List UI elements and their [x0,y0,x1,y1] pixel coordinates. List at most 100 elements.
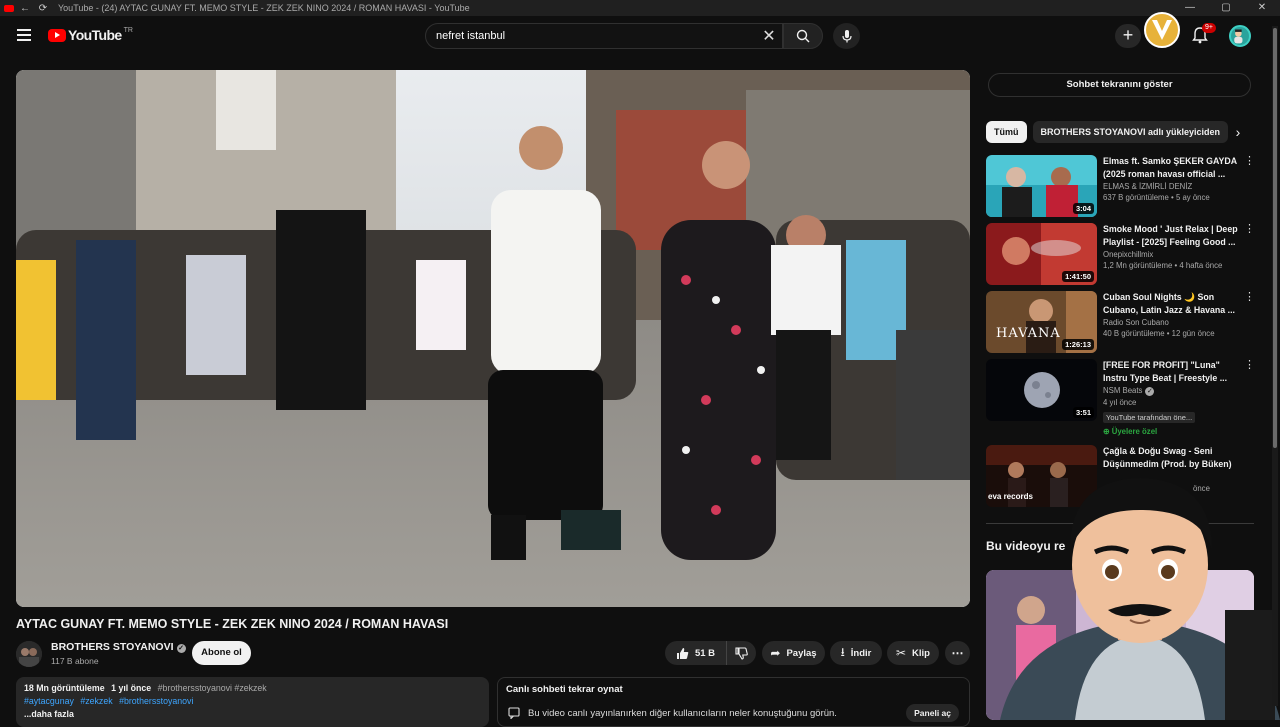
hashtag-link[interactable]: #aytacgunay [24,696,74,706]
like-button[interactable]: 51 B [665,641,726,665]
promoted-tag: YouTube tarafından öne... [1103,412,1196,423]
more-vertical-icon[interactable]: ⋮ [1244,360,1255,371]
video-thumbnail[interactable]: 3:04 [986,155,1097,217]
masthead: YouTube TR nefret istanbul ✕ + 9+ [0,12,1280,56]
more-vertical-icon[interactable]: ⋮ [1244,156,1255,167]
verified-icon: ✓ [1145,387,1155,396]
list-item[interactable]: 3:51 [FREE FOR PROFIT] "Luna" Instru Typ… [986,359,1255,441]
page-scrollbar[interactable] [1272,26,1278,706]
open-panel-button[interactable]: Paneli aç [906,704,959,722]
rec-title[interactable]: [FREE FOR PROFIT] "Luna" Instru Type Bea… [1103,359,1238,384]
back-arrow-icon[interactable]: ← [18,1,32,15]
rec-title[interactable]: Smoke Mood ' Just Relax | Deep Playlist … [1103,223,1238,248]
list-item[interactable]: 1:41:50 Smoke Mood ' Just Relax | Deep P… [986,223,1255,287]
rec-channel[interactable]: Radio Son Cubano [1103,318,1238,327]
notification-badge: 9+ [1202,23,1216,33]
chat-replay-row: Bu video canlı yayınlanırken diğer kulla… [508,707,837,719]
close-window-icon[interactable]: ✕ [1244,0,1280,16]
members-only-badge: ⊕ Üyelere özel [1103,427,1158,436]
video-thumbnail[interactable]: HAVANA 1:26:13 [986,291,1097,353]
youtube-favicon-icon [4,4,14,12]
thumbs-up-icon [676,647,689,659]
voice-search-button[interactable] [833,23,860,49]
rec-title[interactable]: Elmas ft. Samko ŞEKER GAYDA (2025 roman … [1103,155,1238,180]
meta-tags: #brothersstoyanovi #zekzek [157,683,267,693]
menu-icon[interactable] [14,26,34,46]
clip-button[interactable]: ✂ Klip [887,641,939,665]
chip-all[interactable]: Tümü [986,121,1027,143]
webcam-avatar-overlay [1000,478,1280,720]
hashtag-list: #aytacgunay #zekzek #brothersstoyanovi [24,696,481,706]
video-title: AYTAC GUNAY FT. MEMO STYLE - ZEK ZEK NIN… [16,617,449,631]
rec-channel[interactable]: NSM Beats ✓ [1103,386,1238,396]
more-horizontal-icon: ⋯ [951,646,964,660]
filter-chips: Tümü BROTHERS STOYANOVI adlı yükleyicide… [986,121,1229,143]
channel-name[interactable]: BROTHERS STOYANOVI ✓ [51,641,186,653]
download-button[interactable]: ⭳ İndir [830,641,882,665]
thumb-text: HAVANA [996,326,1061,341]
upload-age: 1 yıl önce [111,683,152,693]
clear-search-icon[interactable]: ✕ [756,26,782,46]
clip-label: Klip [912,647,930,659]
download-icon: ⭳ [840,644,845,659]
rec-stats: 637 B görüntüleme • 5 ay önce [1103,193,1210,202]
create-button[interactable]: + [1115,24,1141,48]
subscribe-button[interactable]: Abone ol [192,641,251,665]
streamer-logo-icon [1144,12,1180,48]
show-chat-button[interactable]: Sohbet tekranını göster [988,73,1251,97]
more-vertical-icon[interactable]: ⋮ [1244,224,1255,235]
rec-title[interactable]: Cuban Soul Nights 🌙 Son Cubano, Latin Ja… [1103,291,1238,316]
share-button[interactable]: ➦ Paylaş [762,641,825,665]
share-label: Paylaş [786,647,817,659]
scissors-icon: ✂ [895,646,907,660]
duration-badge: 1:26:13 [1062,339,1094,350]
account-avatar[interactable] [1229,25,1251,47]
video-player[interactable] [16,70,970,607]
description-meta: 18 Mn görüntüleme 1 yıl önce #brothersst… [24,683,481,693]
window-controls: — ▢ ✕ [1172,0,1280,16]
view-count: 18 Mn görüntüleme [24,683,105,693]
hashtag-link[interactable]: #brothersstoyanovi [119,696,193,706]
hashtag-link[interactable]: #zekzek [80,696,112,706]
browser-tab-title: YouTube - (24) AYTAC GUNAY FT. MEMO STYL… [58,3,470,13]
search-icon [796,29,810,43]
notifications-button[interactable]: 9+ [1192,23,1216,46]
rec-channel[interactable]: ELMAS & İZMİRLİ DENİZ [1103,182,1238,191]
rec-stats: 1,2 Mn görüntüleme • 4 hafta önce [1103,261,1223,270]
rec-channel[interactable]: Onepixchillmix [1103,250,1238,259]
rec-channel-text[interactable]: NSM Beats [1103,386,1142,395]
thumbs-down-icon [735,646,748,660]
chat-icon [508,707,520,719]
show-more-link[interactable]: ...daha fazla [24,709,481,719]
search-input[interactable]: nefret istanbul [436,30,756,42]
video-thumbnail[interactable]: 3:51 [986,359,1097,421]
scrollbar-thumb[interactable] [1273,28,1277,448]
channel-avatar[interactable] [16,641,42,667]
like-count: 51 B [694,647,716,659]
youtube-play-icon [48,28,66,42]
chat-replay-title: Canlı sohbeti tekrar oynat [506,684,623,695]
dislike-button[interactable] [726,641,756,665]
more-actions-button[interactable]: ⋯ [945,641,970,665]
search-box[interactable]: nefret istanbul ✕ [425,23,783,49]
share-icon: ➦ [770,646,781,660]
rec-title[interactable]: Çağla & Doğu Swag - Seni Düşünmedim (Pro… [1103,445,1238,470]
video-thumbnail[interactable]: 1:41:50 [986,223,1097,285]
reload-icon[interactable]: ⟳ [36,1,50,15]
subscriber-count: 117 B abone [51,656,99,666]
chat-replay-text: Bu video canlı yayınlanırken diğer kulla… [528,707,837,719]
browser-title-bar: ← ⟳ YouTube - (24) AYTAC GUNAY FT. MEMO … [0,0,1280,16]
list-item[interactable]: 3:04 Elmas ft. Samko ŞEKER GAYDA (2025 r… [986,155,1255,219]
youtube-logo[interactable]: YouTube TR [48,27,133,43]
chevron-right-icon[interactable]: › [1228,121,1248,143]
video-frame [16,70,970,607]
maximize-icon[interactable]: ▢ [1208,0,1244,16]
microphone-icon [841,30,852,43]
list-item[interactable]: HAVANA 1:26:13 Cuban Soul Nights 🌙 Son C… [986,291,1255,355]
more-vertical-icon[interactable]: ⋮ [1244,292,1255,303]
search-button[interactable] [783,23,823,49]
download-label: İndir [850,647,872,659]
chip-from-uploader[interactable]: BROTHERS STOYANOVI adlı yükleyiciden [1032,121,1229,143]
rec-stats: 40 B görüntüleme • 12 gün önce [1103,329,1215,338]
channel-name-text[interactable]: BROTHERS STOYANOVI [51,641,174,653]
